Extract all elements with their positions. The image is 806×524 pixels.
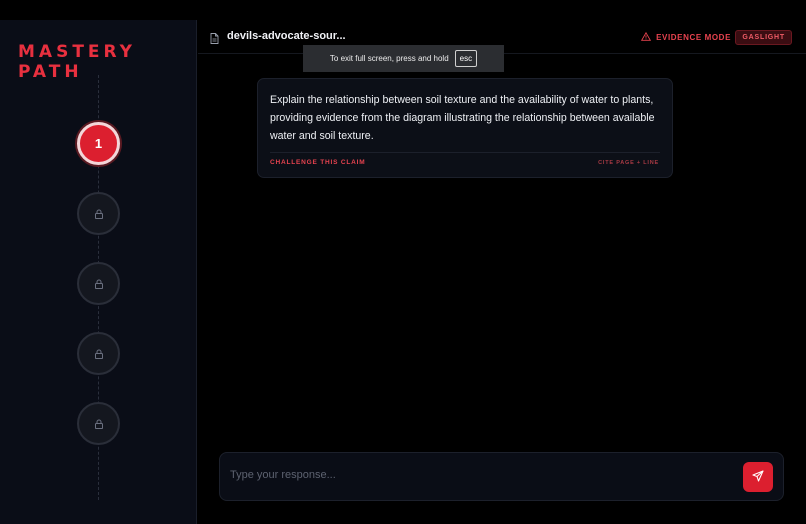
step-1-active[interactable]: 1 (77, 122, 120, 165)
lock-icon (94, 419, 104, 429)
mastery-sidebar: MASTERY PATH 1 (0, 20, 197, 524)
brand-title: MASTERY PATH (18, 42, 136, 82)
document-icon (210, 31, 219, 49)
cite-page-line-label[interactable]: CITE PAGE + LINE (598, 160, 659, 166)
lock-icon (94, 279, 104, 289)
card-divider (270, 152, 660, 153)
send-icon (752, 469, 764, 485)
document-title[interactable]: devils-advocate-sour... (227, 30, 346, 42)
prompt-card: Explain the relationship between soil te… (257, 78, 673, 178)
toast-text: To exit full screen, press and hold (329, 54, 449, 63)
evidence-mode-indicator: EVIDENCE MODE (641, 31, 731, 43)
response-composer (219, 452, 784, 501)
challenge-claim-button[interactable]: CHALLENGE THIS CLAIM (270, 159, 365, 166)
response-input[interactable] (230, 469, 730, 481)
step-4-locked[interactable] (77, 332, 120, 375)
lock-icon (94, 209, 104, 219)
gaslight-badge: GASLIGHT (735, 30, 792, 45)
prompt-text: Explain the relationship between soil te… (270, 94, 655, 142)
brand-line-2: PATH (18, 62, 83, 82)
main-panel: devils-advocate-sour... EVIDENCE MODE GA… (198, 20, 806, 524)
fullscreen-toast: To exit full screen, press and hold esc (303, 45, 504, 72)
lock-icon (94, 349, 104, 359)
warning-icon (641, 31, 652, 43)
step-5-locked[interactable] (77, 402, 120, 445)
step-3-locked[interactable] (77, 262, 120, 305)
send-button[interactable] (743, 462, 773, 492)
step-2-locked[interactable] (77, 192, 120, 235)
brand-line-1: MASTERY (18, 42, 136, 62)
evidence-mode-label: EVIDENCE MODE (656, 33, 731, 42)
browser-top-strip (0, 0, 806, 20)
esc-key: esc (454, 50, 478, 67)
step-number: 1 (94, 136, 103, 151)
